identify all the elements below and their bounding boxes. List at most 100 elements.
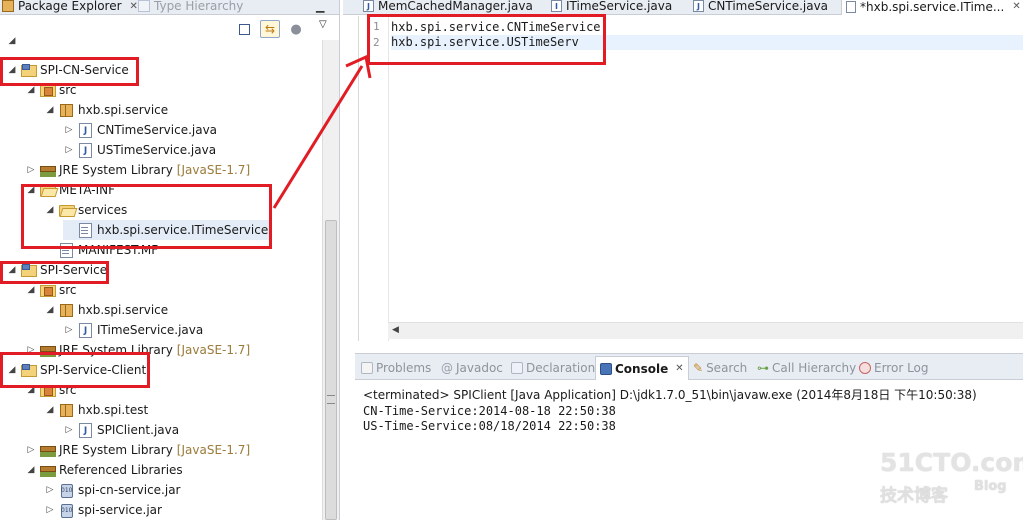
minimize-icon[interactable]: ▁ — [316, 0, 324, 13]
tab-memcachedmanager[interactable]: J MemCachedManager.java — [363, 0, 533, 15]
expand-arrow-icon[interactable]: ◢ — [25, 185, 37, 195]
tree-item[interactable]: ▷ JRE System Library [JavaSE-1.7] — [25, 440, 251, 460]
package-icon — [58, 403, 74, 417]
tree-item[interactable]: ◢ Referenced Libraries — [25, 460, 183, 480]
expand-arrow-icon[interactable]: ◢ — [44, 105, 56, 115]
library-icon — [39, 443, 56, 457]
java-file-icon — [77, 323, 93, 338]
console-status: <terminated> SPIClient [Java Application… — [363, 388, 977, 402]
expand-arrow-icon[interactable]: ◢ — [25, 85, 37, 95]
tab-itimeservice-file[interactable]: *hxb.spi.service.ITime... ✕ — [841, 0, 1023, 15]
tree-item[interactable]: ◢ src — [25, 380, 77, 400]
tree-item[interactable]: ◢ SPI-CN-Service — [6, 60, 129, 80]
library-icon — [39, 163, 56, 177]
collapse-arrow-icon[interactable]: ▷ — [25, 445, 37, 455]
tab-memcachedmanager-label: MemCachedManager.java — [378, 0, 533, 13]
collapse-arrow-icon[interactable]: ▷ — [63, 145, 75, 155]
link-with-editor-button[interactable]: ⇆ — [260, 20, 280, 38]
tab-package-explorer-label: Package Explorer — [18, 0, 122, 13]
tab-itimeservice[interactable]: I ITimeService.java — [551, 0, 672, 15]
tab-problems[interactable]: Problems — [361, 358, 431, 378]
search-icon: ✎ — [693, 361, 704, 375]
tree-item-label: JRE System Library — [59, 343, 173, 357]
line-number: 1 — [373, 20, 380, 33]
expand-arrow-icon[interactable]: ◢ — [44, 205, 56, 215]
expand-arrow-icon[interactable]: ◢ — [44, 405, 56, 415]
left-vertical-scrollbar[interactable] — [322, 40, 339, 520]
collapse-arrow-icon[interactable]: ▷ — [63, 125, 75, 135]
java-file-icon: J — [693, 0, 704, 12]
text-editor[interactable]: 1 2 hxb.spi.service.CNTimeService hxb.sp… — [358, 16, 1023, 341]
tree-item[interactable]: ◢ SPI-Service — [6, 260, 107, 280]
tree-item[interactable]: ▷ USTimeService.java — [63, 140, 216, 160]
tab-cntimeservice[interactable]: J CNTimeService.java — [693, 0, 828, 15]
tree-item-label: SPI-CN-Service — [40, 63, 129, 77]
declaration-icon — [511, 362, 523, 374]
library-icon — [39, 343, 56, 357]
tab-call-hierarchy[interactable]: ⊶ Call Hierarchy — [757, 358, 856, 378]
type-hierarchy-icon — [138, 0, 150, 12]
expand-arrow-icon[interactable]: ◢ — [6, 265, 18, 275]
tree-item[interactable]: hxb.spi.service.ITimeService — [63, 220, 273, 240]
tab-declaration[interactable]: Declaration — [511, 358, 595, 378]
tree-item[interactable]: ◢ hxb.spi.test — [44, 400, 148, 420]
tree-item[interactable]: ◢ services — [44, 200, 127, 220]
tab-console[interactable]: Console ✕ — [595, 356, 689, 380]
collapse-arrow-icon[interactable]: ▷ — [25, 165, 37, 175]
collapse-arrow-icon[interactable]: ▷ — [63, 325, 75, 335]
tree-item-label: CNTimeService.java — [97, 123, 218, 137]
tree-item[interactable]: ◢ src — [25, 280, 77, 300]
tree-item[interactable]: ▷ spi-cn-service.jar — [44, 480, 181, 500]
tab-console-label: Console — [615, 361, 669, 376]
scroll-left-icon[interactable]: ◀ — [392, 325, 399, 335]
tree-item-clipped[interactable]: ◢ — [6, 37, 28, 45]
expand-arrow-icon[interactable]: ◢ — [44, 305, 56, 315]
close-icon[interactable]: ✕ — [675, 363, 683, 374]
tree-item-label: Referenced Libraries — [59, 463, 183, 477]
tab-error-log[interactable]: Error Log — [859, 358, 929, 378]
link-with-editor-icon: ⇆ — [264, 22, 276, 36]
editor-horizontal-scrollbar[interactable]: ◀ — [388, 322, 1023, 339]
tree-item-label: META-INF — [59, 183, 116, 197]
tab-search[interactable]: ✎ Search — [693, 358, 747, 378]
tree-item[interactable]: ◢ META-INF — [25, 180, 115, 200]
chevron-down-icon[interactable]: ▽ — [319, 19, 327, 30]
tree-item[interactable]: ◢ src — [25, 80, 77, 100]
scrollbar-thumb[interactable] — [325, 220, 337, 520]
collapse-arrow-icon[interactable]: ▷ — [63, 425, 75, 435]
tree-item[interactable]: ▷ spi-service.jar — [44, 500, 162, 520]
expand-arrow-icon[interactable]: ◢ — [6, 365, 18, 375]
expand-arrow-icon[interactable]: ◢ — [25, 385, 37, 395]
tab-package-explorer[interactable]: Package Explorer ✕ — [2, 0, 138, 15]
code-line[interactable]: hxb.spi.service.USTimeServ — [391, 35, 579, 49]
tree-item[interactable]: ◢ hxb.spi.service — [44, 300, 168, 320]
tree-item[interactable]: ▷ JRE System Library [JavaSE-1.7] — [25, 340, 251, 360]
expand-arrow-icon[interactable]: ◢ — [6, 65, 18, 75]
tree-item[interactable]: ▷ CNTimeService.java — [63, 120, 217, 140]
tree-item[interactable]: ◢ SPI-Service-Client — [6, 360, 146, 380]
watermark-logo: 51CTO.com — [880, 448, 1023, 477]
tree-item-label: services — [78, 203, 128, 217]
tree-item[interactable]: ◢ hxb.spi.service — [44, 100, 168, 120]
tree-item[interactable]: ▷ ITimeService.java — [63, 320, 203, 340]
view-menu-button[interactable]: ● — [286, 20, 306, 38]
expand-arrow-icon[interactable]: ◢ — [25, 465, 37, 475]
expand-arrow-icon[interactable]: ◢ — [25, 285, 37, 295]
collapse-all-button[interactable] — [234, 20, 254, 38]
tree-item[interactable]: ▷ JRE System Library [JavaSE-1.7] — [25, 160, 251, 180]
tree-item-label: JRE System Library — [59, 163, 173, 177]
watermark-subtitle: 技术博客 — [880, 486, 948, 506]
tab-javadoc[interactable]: @ Javadoc — [441, 358, 503, 378]
java-file-icon — [77, 423, 93, 438]
tab-problems-label: Problems — [376, 361, 432, 375]
close-icon[interactable]: ✕ — [1012, 1, 1020, 12]
tree-item[interactable]: MANIFEST.MF — [44, 240, 158, 260]
close-icon[interactable]: ✕ — [130, 1, 138, 12]
collapse-arrow-icon[interactable]: ▷ — [44, 485, 56, 495]
tab-type-hierarchy[interactable]: Type Hierarchy — [138, 0, 243, 15]
tree-item[interactable]: ▷ SPIClient.java — [63, 420, 179, 440]
tree-item-label: hxb.spi.service — [78, 103, 169, 117]
collapse-arrow-icon[interactable]: ▷ — [25, 345, 37, 355]
collapse-arrow-icon[interactable]: ▷ — [44, 505, 56, 515]
code-line[interactable]: hxb.spi.service.CNTimeService — [391, 20, 601, 34]
